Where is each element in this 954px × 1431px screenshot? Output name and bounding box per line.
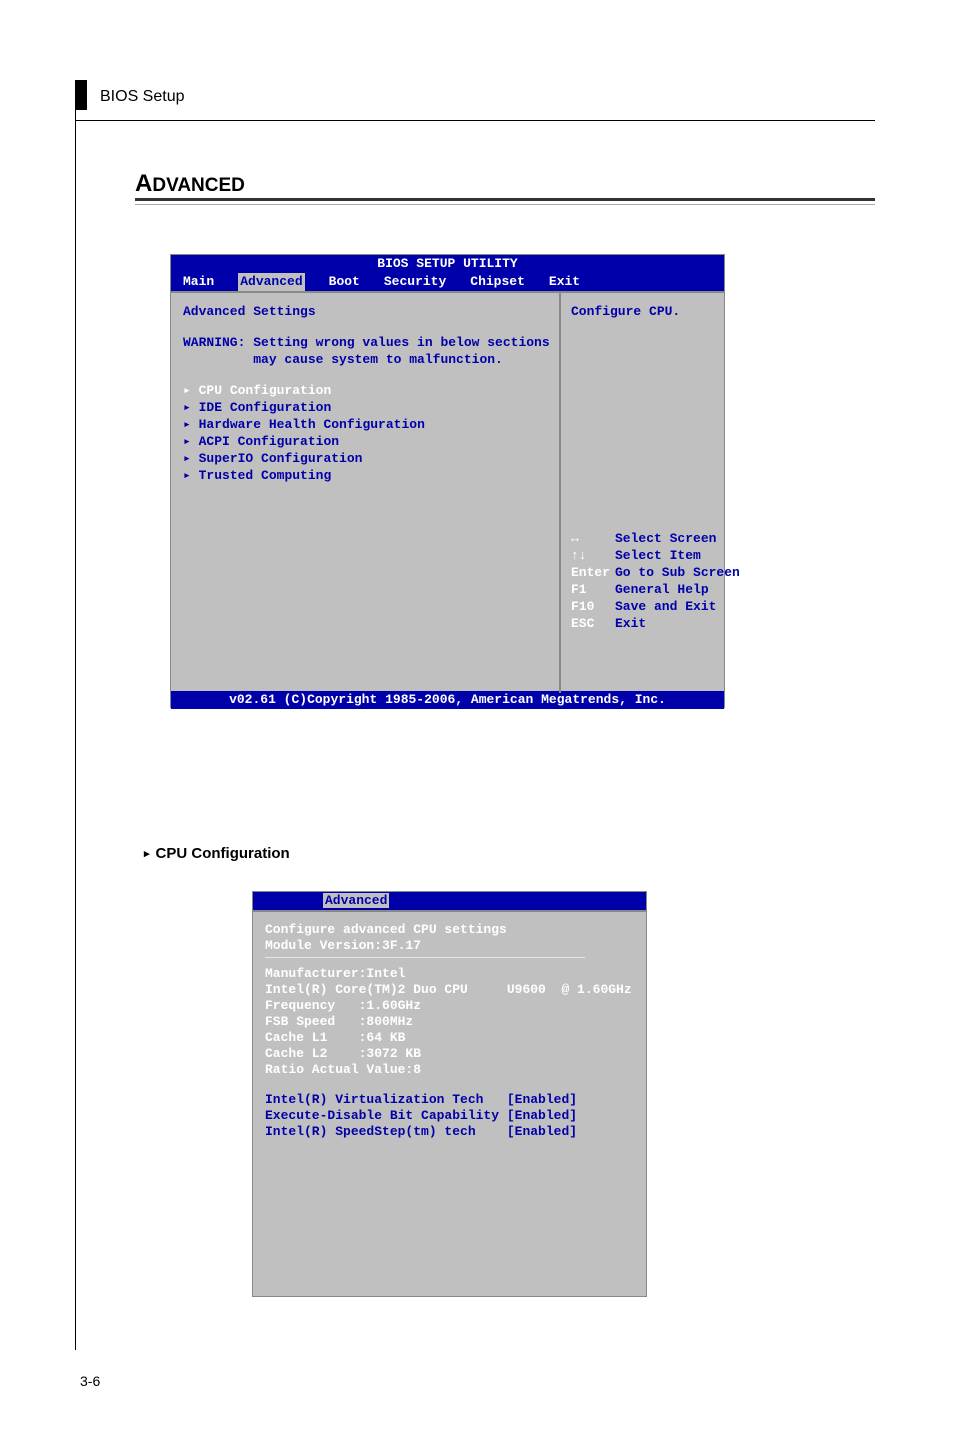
hint-txt-f1: General Help	[615, 582, 709, 597]
header-label: BIOS Setup	[100, 88, 185, 106]
tab-security: Security	[384, 273, 446, 291]
bios-tabbar: Main Advanced Boot Security Chipset Exit	[171, 273, 724, 291]
menu-trusted-computing: ▸ Trusted Computing	[183, 467, 547, 484]
info-manufacturer: Manufacturer:Intel	[265, 966, 634, 982]
subsection-label: CPU Configuration	[156, 845, 290, 862]
section-underline	[135, 198, 875, 205]
hint-txt-esc: Exit	[615, 616, 646, 631]
bios2-tab-advanced: Advanced	[323, 893, 389, 908]
info-cache-l1: Cache L1 :64 KB	[265, 1030, 634, 1046]
hint-key-ent: Enter	[571, 564, 615, 581]
header-tab-mark	[75, 80, 87, 110]
divider	[265, 957, 585, 958]
setting-execute-disable: Execute-Disable Bit Capability [Enabled]	[265, 1108, 634, 1124]
bios-right-pane: Configure CPU. ↔Select Screen ↑↓Select I…	[563, 293, 726, 693]
section-title: ADVANCED	[135, 170, 245, 198]
bios-left-pane: Advanced Settings WARNING: Setting wrong…	[171, 293, 561, 693]
hint-key-esc: ESC	[571, 615, 615, 632]
bios-title: BIOS SETUP UTILITY	[171, 255, 724, 273]
subsection-cpu-configuration: ▸ CPU Configuration	[144, 845, 290, 862]
menu-cpu-configuration: ▸ CPU Configuration	[183, 382, 547, 399]
page-number: 3-6	[80, 1373, 100, 1389]
menu-superio-configuration: ▸ SuperIO Configuration	[183, 450, 547, 467]
hint-key-ud: ↑↓	[571, 547, 615, 564]
warning-line-2: may cause system to malfunction.	[183, 351, 547, 368]
bios-footer: v02.61 (C)Copyright 1985-2006, American …	[171, 691, 724, 709]
menu-acpi-configuration: ▸ ACPI Configuration	[183, 433, 547, 450]
menu-hardware-health: ▸ Hardware Health Configuration	[183, 416, 547, 433]
info-fsb: FSB Speed :800MHz	[265, 1014, 634, 1030]
tab-advanced: Advanced	[238, 273, 304, 291]
bios2-tabbar: Advanced	[253, 892, 646, 910]
cpu-heading: Configure advanced CPU settings	[265, 922, 634, 938]
bios-advanced-screenshot: BIOS SETUP UTILITY Main Advanced Boot Se…	[170, 254, 725, 708]
setting-speedstep: Intel(R) SpeedStep(tm) tech [Enabled]	[265, 1124, 634, 1140]
left-margin-rule	[75, 80, 76, 1350]
tab-boot: Boot	[329, 273, 360, 291]
info-cache-l2: Cache L2 :3072 KB	[265, 1046, 634, 1062]
hint-key-f1: F1	[571, 581, 615, 598]
tab-main: Main	[183, 273, 214, 291]
module-version: Module Version:3F.17	[265, 938, 634, 954]
tab-exit: Exit	[549, 273, 580, 291]
hint-txt-f10: Save and Exit	[615, 599, 716, 614]
menu-ide-configuration: ▸ IDE Configuration	[183, 399, 547, 416]
hint-txt-ent: Go to Sub Screen	[615, 565, 740, 580]
info-ratio: Ratio Actual Value:8	[265, 1062, 634, 1078]
help-text: Configure CPU.	[571, 303, 718, 320]
warning-line-1: WARNING: Setting wrong values in below s…	[183, 334, 547, 351]
hint-key-f10: F10	[571, 598, 615, 615]
advanced-settings-heading: Advanced Settings	[183, 303, 547, 320]
hint-key-lr: ↔	[571, 530, 615, 547]
hint-txt-lr: Select Screen	[615, 531, 716, 546]
hint-txt-ud: Select Item	[615, 548, 701, 563]
info-frequency: Frequency :1.60GHz	[265, 998, 634, 1014]
info-cpu: Intel(R) Core(TM)2 Duo CPU U9600 @ 1.60G…	[265, 982, 634, 998]
bios-cpu-config-screenshot: Advanced Configure advanced CPU settings…	[252, 891, 647, 1297]
header-rule	[75, 120, 875, 121]
section-title-rest: DVANCED	[152, 175, 245, 196]
setting-virtualization: Intel(R) Virtualization Tech [Enabled]	[265, 1092, 634, 1108]
section-title-first-letter: A	[135, 170, 152, 197]
tab-chipset: Chipset	[470, 273, 525, 291]
triangle-icon: ▸	[144, 847, 150, 860]
